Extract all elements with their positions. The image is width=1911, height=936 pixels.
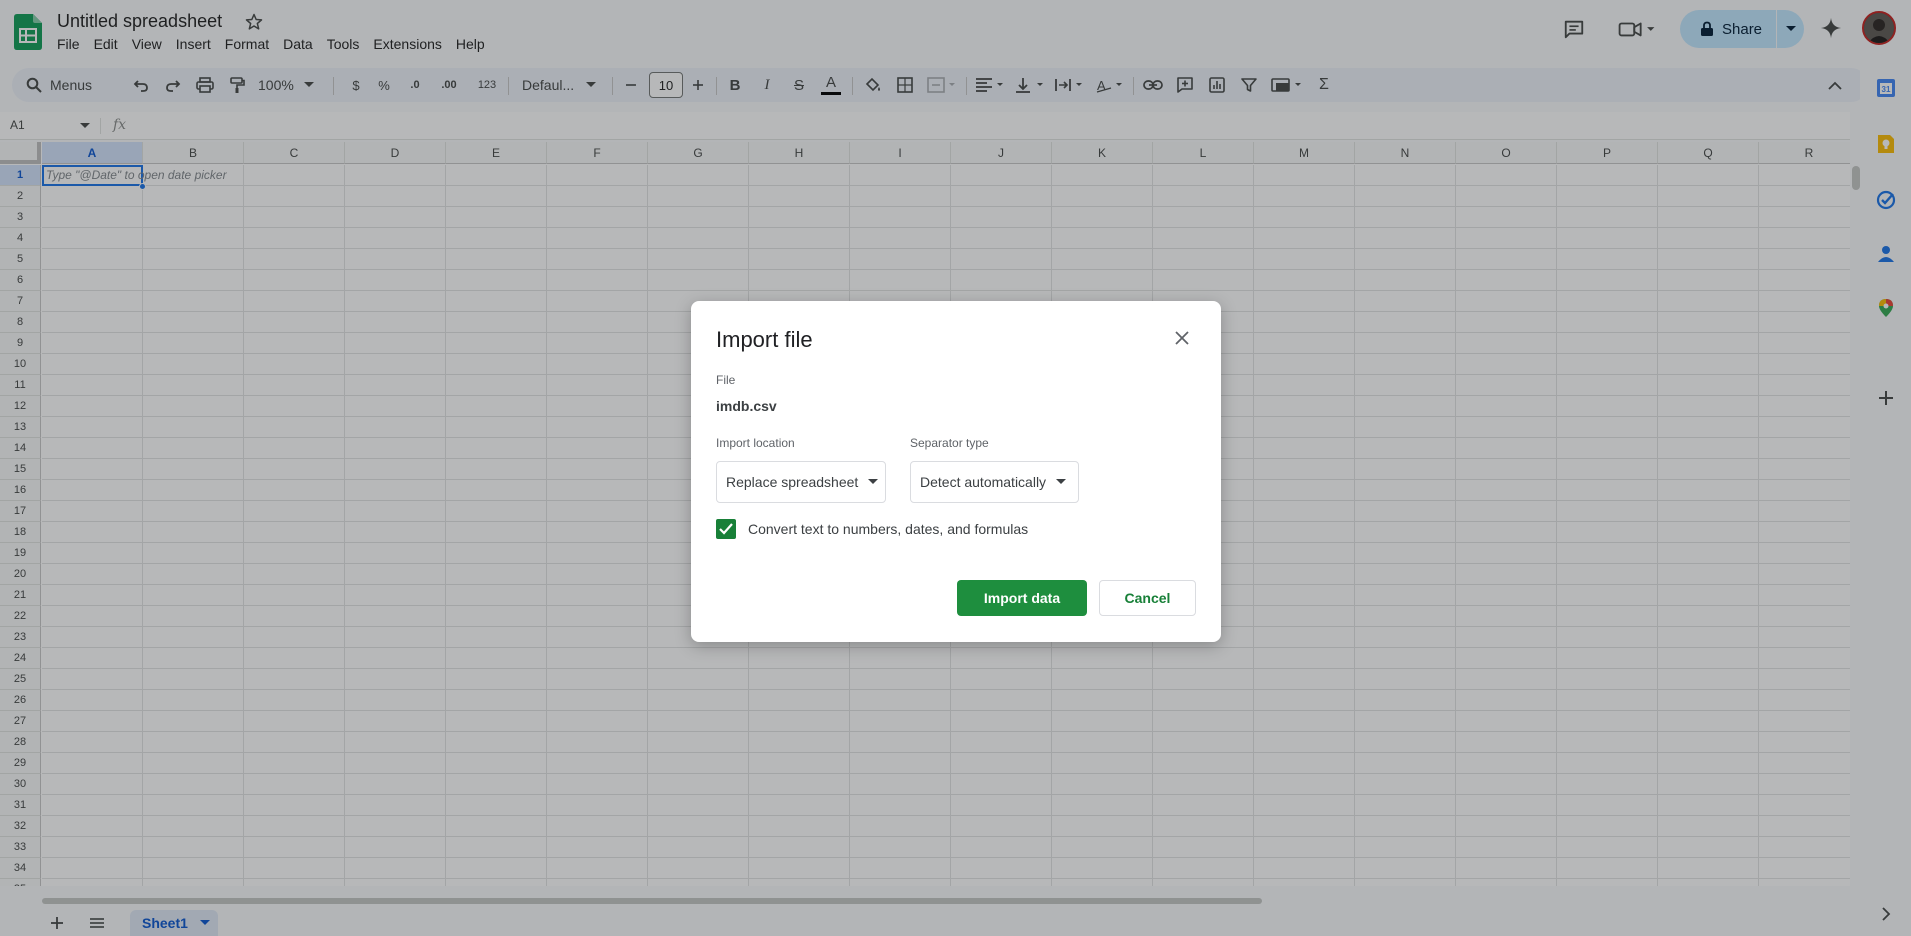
import-location-label: Import location (716, 436, 795, 450)
convert-text-label[interactable]: Convert text to numbers, dates, and form… (748, 521, 1028, 537)
import-file-dialog: Import file File imdb.csv Import locatio… (691, 301, 1221, 642)
import-location-select[interactable]: Replace spreadsheet (716, 461, 886, 503)
chevron-down-icon (868, 479, 879, 484)
import-data-button[interactable]: Import data (957, 580, 1087, 616)
import-location-value: Replace spreadsheet (726, 474, 859, 490)
separator-type-select[interactable]: Detect automatically (910, 461, 1079, 503)
separator-type-label: Separator type (910, 436, 989, 450)
cancel-button[interactable]: Cancel (1099, 580, 1196, 616)
convert-text-checkbox[interactable] (716, 519, 736, 539)
file-label: File (716, 373, 736, 387)
checkmark-icon (719, 523, 733, 535)
dialog-title: Import file (716, 327, 813, 352)
close-icon[interactable] (1170, 326, 1194, 350)
separator-type-value: Detect automatically (920, 474, 1047, 490)
file-name: imdb.csv (716, 398, 777, 414)
chevron-down-icon (1056, 479, 1067, 484)
